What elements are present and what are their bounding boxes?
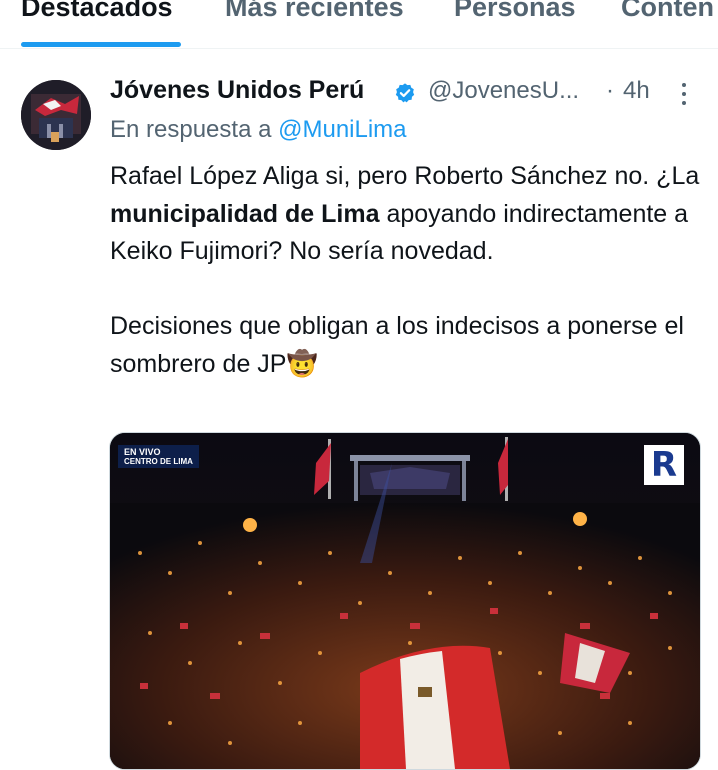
reply-prefix: En respuesta a xyxy=(110,116,272,143)
tab-personas[interactable]: Personas xyxy=(454,0,576,23)
location-label: CENTRO DE LIMA xyxy=(124,457,193,466)
tweet-header: Jóvenes Unidos Perú @JovenesU... · 4h xyxy=(110,74,710,110)
author-name[interactable]: Jóvenes Unidos Perú xyxy=(110,76,364,105)
author-handle[interactable]: @JovenesU... xyxy=(428,77,579,105)
channel-logo: R xyxy=(644,445,684,485)
active-tab-indicator xyxy=(21,42,181,47)
more-options-icon[interactable] xyxy=(680,83,688,109)
avatar[interactable] xyxy=(21,80,91,150)
tab-contenido[interactable]: Conten xyxy=(621,0,714,23)
tab-mas-recientes[interactable]: Más recientes xyxy=(225,0,404,23)
separator-dot: · xyxy=(606,77,614,104)
tweet-text: Rafael López Aliga si, pero Roberto Sánc… xyxy=(110,158,700,383)
crowd-photo xyxy=(110,433,700,769)
tweet-paragraph-1: Rafael López Aliga si, pero Roberto Sánc… xyxy=(110,158,700,271)
explore-tabs: Destacados Más recientes Personas Conten xyxy=(0,0,718,49)
tab-destacados[interactable]: Destacados xyxy=(21,0,173,23)
reply-mention-link[interactable]: @MuniLima xyxy=(278,116,406,143)
live-label: EN VIVO xyxy=(124,447,161,457)
channel-logo-letter: R xyxy=(650,445,678,485)
tweet-timestamp[interactable]: 4h xyxy=(623,77,650,105)
tweet-text-segment: Rafael López Aliga si, pero Roberto Sánc… xyxy=(110,162,700,190)
reply-context: En respuesta a @MuniLima xyxy=(110,116,407,144)
tweet-text-bold: municipalidad de Lima xyxy=(110,199,380,228)
live-badge: EN VIVO CENTRO DE LIMA xyxy=(118,445,199,468)
avatar-image xyxy=(21,80,91,150)
verified-badge-icon xyxy=(395,83,415,103)
tweet-paragraph-2: Decisiones que obligan a los indecisos a… xyxy=(110,312,684,378)
tweet-media-image[interactable]: EN VIVO CENTRO DE LIMA R xyxy=(109,432,701,770)
